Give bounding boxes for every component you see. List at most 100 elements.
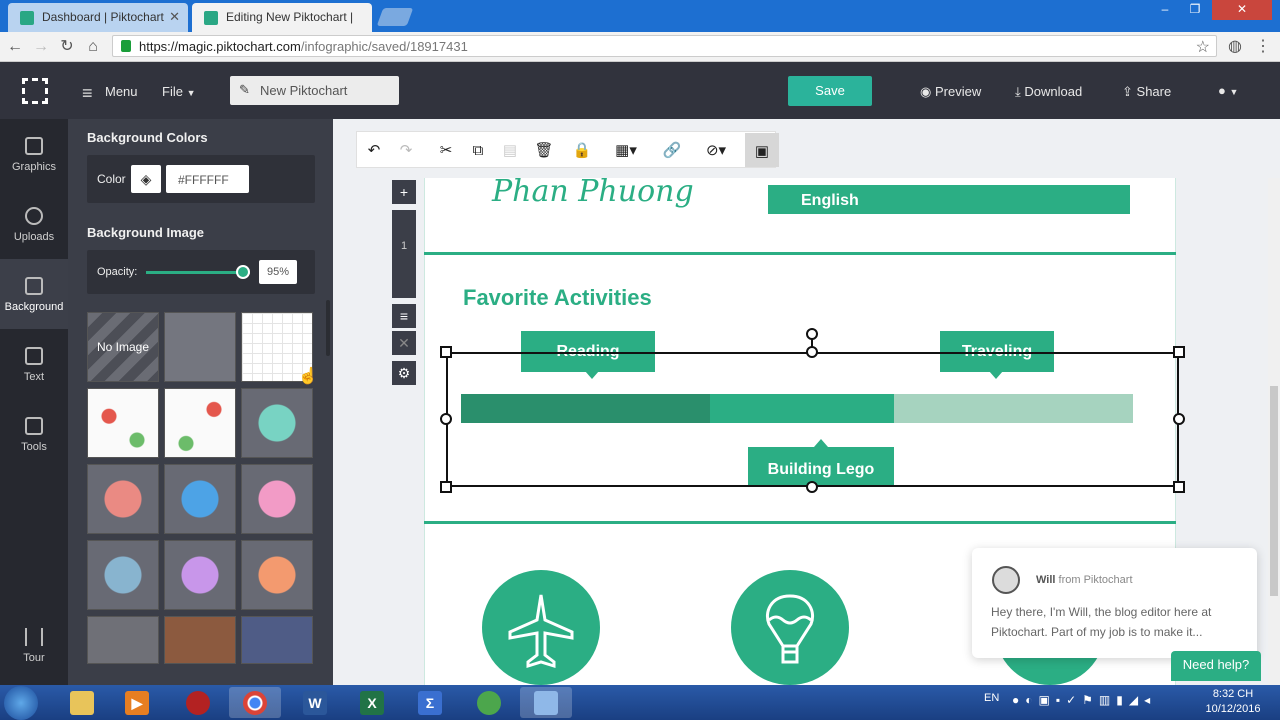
name-heading[interactable]: Phan Phuong (492, 174, 694, 209)
swatch-navy[interactable] (241, 616, 313, 664)
link-icon[interactable]: 🔗 (655, 132, 689, 169)
section-title[interactable]: Favorite Activities (463, 285, 652, 311)
resize-handle-nw[interactable] (440, 346, 452, 358)
close-window-button[interactable]: ✕ (1212, 0, 1272, 20)
paste-icon[interactable]: ▤ (493, 132, 527, 169)
restore-window-button[interactable]: ❐ (1180, 0, 1210, 20)
resize-handle-n[interactable] (806, 346, 818, 358)
document-title-input[interactable]: ✎ New Piktochart (230, 76, 399, 105)
color-hex-input[interactable]: #FFFFFF (166, 165, 249, 193)
opacity-slider-handle[interactable] (235, 265, 250, 279)
menu-button[interactable]: Menu (105, 84, 138, 99)
rail-item-graphics[interactable]: Graphics (0, 119, 68, 189)
language-indicator[interactable]: EN (984, 692, 999, 704)
swatch-gray[interactable] (164, 312, 236, 382)
minimize-window-button[interactable]: – (1150, 0, 1180, 20)
resize-handle-s[interactable] (806, 481, 818, 493)
opacity-slider-track[interactable] (146, 265, 250, 279)
resize-handle-sw[interactable] (440, 481, 452, 493)
swatch-no-image[interactable]: No Image (87, 312, 159, 382)
taskbar-app-sigma[interactable]: Σ (404, 687, 456, 718)
copy-icon[interactable]: ⧉ (461, 132, 495, 169)
piktochart-favicon-icon (20, 11, 34, 25)
align-icon[interactable]: ▣ (745, 133, 779, 167)
start-button[interactable] (4, 686, 38, 720)
rail-item-background[interactable]: Background (0, 259, 68, 329)
need-help-button[interactable]: Need help? (1171, 651, 1261, 681)
taskbar-app-word[interactable]: W (289, 687, 341, 718)
taskbar-app-green[interactable] (463, 687, 515, 718)
home-icon[interactable]: ⌂ (82, 36, 104, 58)
swatch-watermelon-2[interactable] (164, 388, 236, 458)
block-settings-gear-icon[interactable]: ⚙ (392, 361, 416, 385)
rail-item-tools[interactable]: Tools (0, 399, 68, 469)
system-tray-icons[interactable]: ●◐▣▪✓⚑▥▮◢◂ (1012, 693, 1192, 707)
swatch-red-quatrefoil[interactable] (87, 464, 159, 534)
swatch-pink-quatrefoil[interactable] (241, 464, 313, 534)
tab-editing[interactable]: Editing New Piktochart | (192, 3, 372, 32)
balloon-circle[interactable] (731, 570, 849, 685)
taskbar-clock[interactable]: 8:32 CH 10/12/2016 (1198, 687, 1268, 717)
arrange-dropdown-icon[interactable]: ⊘▾ (695, 132, 737, 169)
taskbar-app-chrome[interactable] (229, 687, 281, 718)
block-menu-icon[interactable]: ≡ (392, 304, 416, 328)
paint-bucket-icon[interactable]: ◈ (131, 165, 161, 193)
resize-handle-se[interactable] (1173, 481, 1185, 493)
forward-icon[interactable]: → (30, 36, 52, 58)
chat-message: Hey there, I'm Will, the blog editor her… (991, 605, 1212, 639)
taskbar-app-window[interactable] (520, 687, 572, 718)
english-skill-bar[interactable]: English (768, 185, 1130, 214)
swatch-blue-quatrefoil[interactable] (164, 464, 236, 534)
download-button[interactable]: ⤓ Download (1015, 84, 1082, 100)
rail-label: Uploads (13, 231, 55, 243)
resize-handle-e[interactable] (1173, 413, 1185, 425)
rail-item-uploads[interactable]: Uploads (0, 189, 68, 259)
transparency-dropdown-icon[interactable]: ▦▾ (605, 132, 647, 169)
hamburger-menu-icon[interactable]: ≡ (82, 83, 93, 104)
preview-button[interactable]: ◉ Preview (920, 84, 981, 100)
bookmark-star-icon[interactable]: ☆ (1196, 37, 1210, 57)
tab-dashboard[interactable]: Dashboard | Piktochart ✕ (8, 3, 188, 32)
taskbar-app-explorer[interactable] (56, 687, 108, 718)
save-button[interactable]: Save (788, 76, 872, 106)
share-button[interactable]: ⇪ Share (1122, 84, 1171, 100)
swatch-dark-texture[interactable] (87, 616, 159, 664)
chrome-menu-icon[interactable]: ⋮ (1252, 36, 1274, 58)
file-menu-button[interactable]: File ▼ (162, 84, 196, 99)
url-input[interactable]: https://magic.piktochart.com/infographic… (112, 35, 1217, 57)
taskbar-app-excel[interactable]: X (346, 687, 398, 718)
resize-handle-w[interactable] (440, 413, 452, 425)
opacity-value-input[interactable]: 95% (259, 260, 297, 284)
reload-icon[interactable]: ↻ (56, 36, 78, 58)
undo-icon[interactable]: ↶ (357, 132, 391, 169)
close-tab-icon[interactable]: ✕ (169, 9, 180, 25)
swatch-purple-quatrefoil[interactable] (164, 540, 236, 610)
swatch-watermelon-1[interactable] (87, 388, 159, 458)
back-icon[interactable]: ← (4, 36, 26, 58)
account-menu-button[interactable]: ● ▼ (1218, 83, 1238, 98)
swatch-teal-quatrefoil[interactable] (241, 388, 313, 458)
rail-label: Tools (21, 441, 47, 453)
taskbar-app-recorder[interactable] (172, 687, 224, 718)
cut-icon[interactable]: ✂ (429, 132, 463, 169)
extension-icon[interactable]: ◍ (1224, 36, 1246, 58)
add-block-icon[interactable]: + (392, 180, 416, 204)
delete-block-icon[interactable]: ✕ (392, 331, 416, 355)
chat-popup[interactable]: Will from Piktochart Hey there, I'm Will… (972, 548, 1257, 658)
rail-item-tour[interactable]: Tour (0, 612, 68, 682)
canvas-scrollbar[interactable] (1268, 178, 1280, 685)
swatch-lightblue-quatrefoil[interactable] (87, 540, 159, 610)
rail-item-text[interactable]: Text (0, 329, 68, 399)
swatch-orange-quatrefoil[interactable] (241, 540, 313, 610)
rotate-handle[interactable] (806, 328, 818, 340)
piktochart-logo-icon[interactable] (22, 78, 48, 104)
redo-icon[interactable]: ↷ (389, 132, 423, 169)
panel-scrollbar[interactable] (326, 300, 330, 356)
delete-icon[interactable]: 🗑 (527, 132, 561, 169)
swatch-brown[interactable] (164, 616, 236, 664)
resize-handle-ne[interactable] (1173, 346, 1185, 358)
lock-icon[interactable]: 🔒 (565, 132, 599, 169)
travel-circle[interactable] (482, 570, 600, 685)
taskbar-app-media[interactable]: ▶ (111, 687, 163, 718)
canvas-scrollbar-thumb[interactable] (1270, 386, 1278, 596)
